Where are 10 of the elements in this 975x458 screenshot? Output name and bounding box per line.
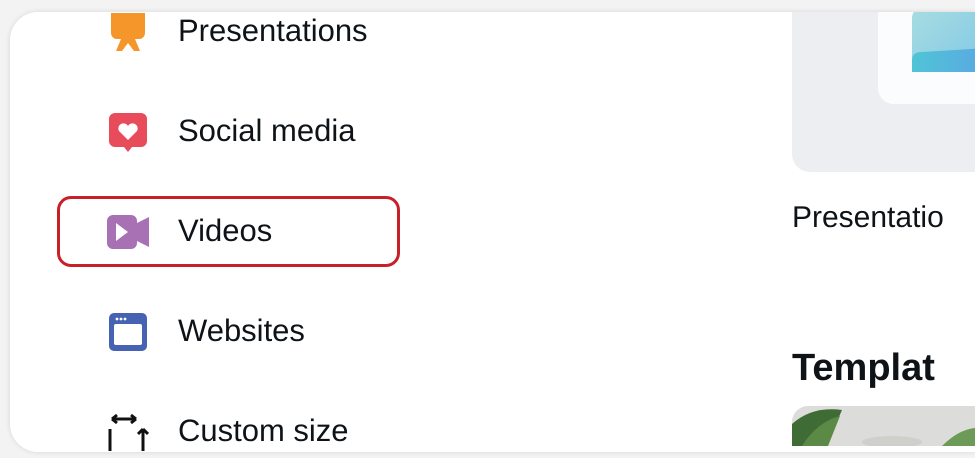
menu-item[interactable]: Presentations <box>57 12 400 67</box>
template-caption: Presentatio <box>792 200 945 236</box>
menu-item[interactable]: Websites <box>57 296 400 367</box>
heart-icon <box>107 110 149 152</box>
section-heading: Templat <box>792 346 936 390</box>
menu-item[interactable]: Social media <box>57 96 400 167</box>
presentation-thumbnail[interactable] <box>792 12 975 172</box>
browser-window-icon <box>107 310 149 352</box>
menu-item[interactable]: Custom size <box>57 396 400 452</box>
menu-item[interactable]: Videos <box>57 196 400 267</box>
